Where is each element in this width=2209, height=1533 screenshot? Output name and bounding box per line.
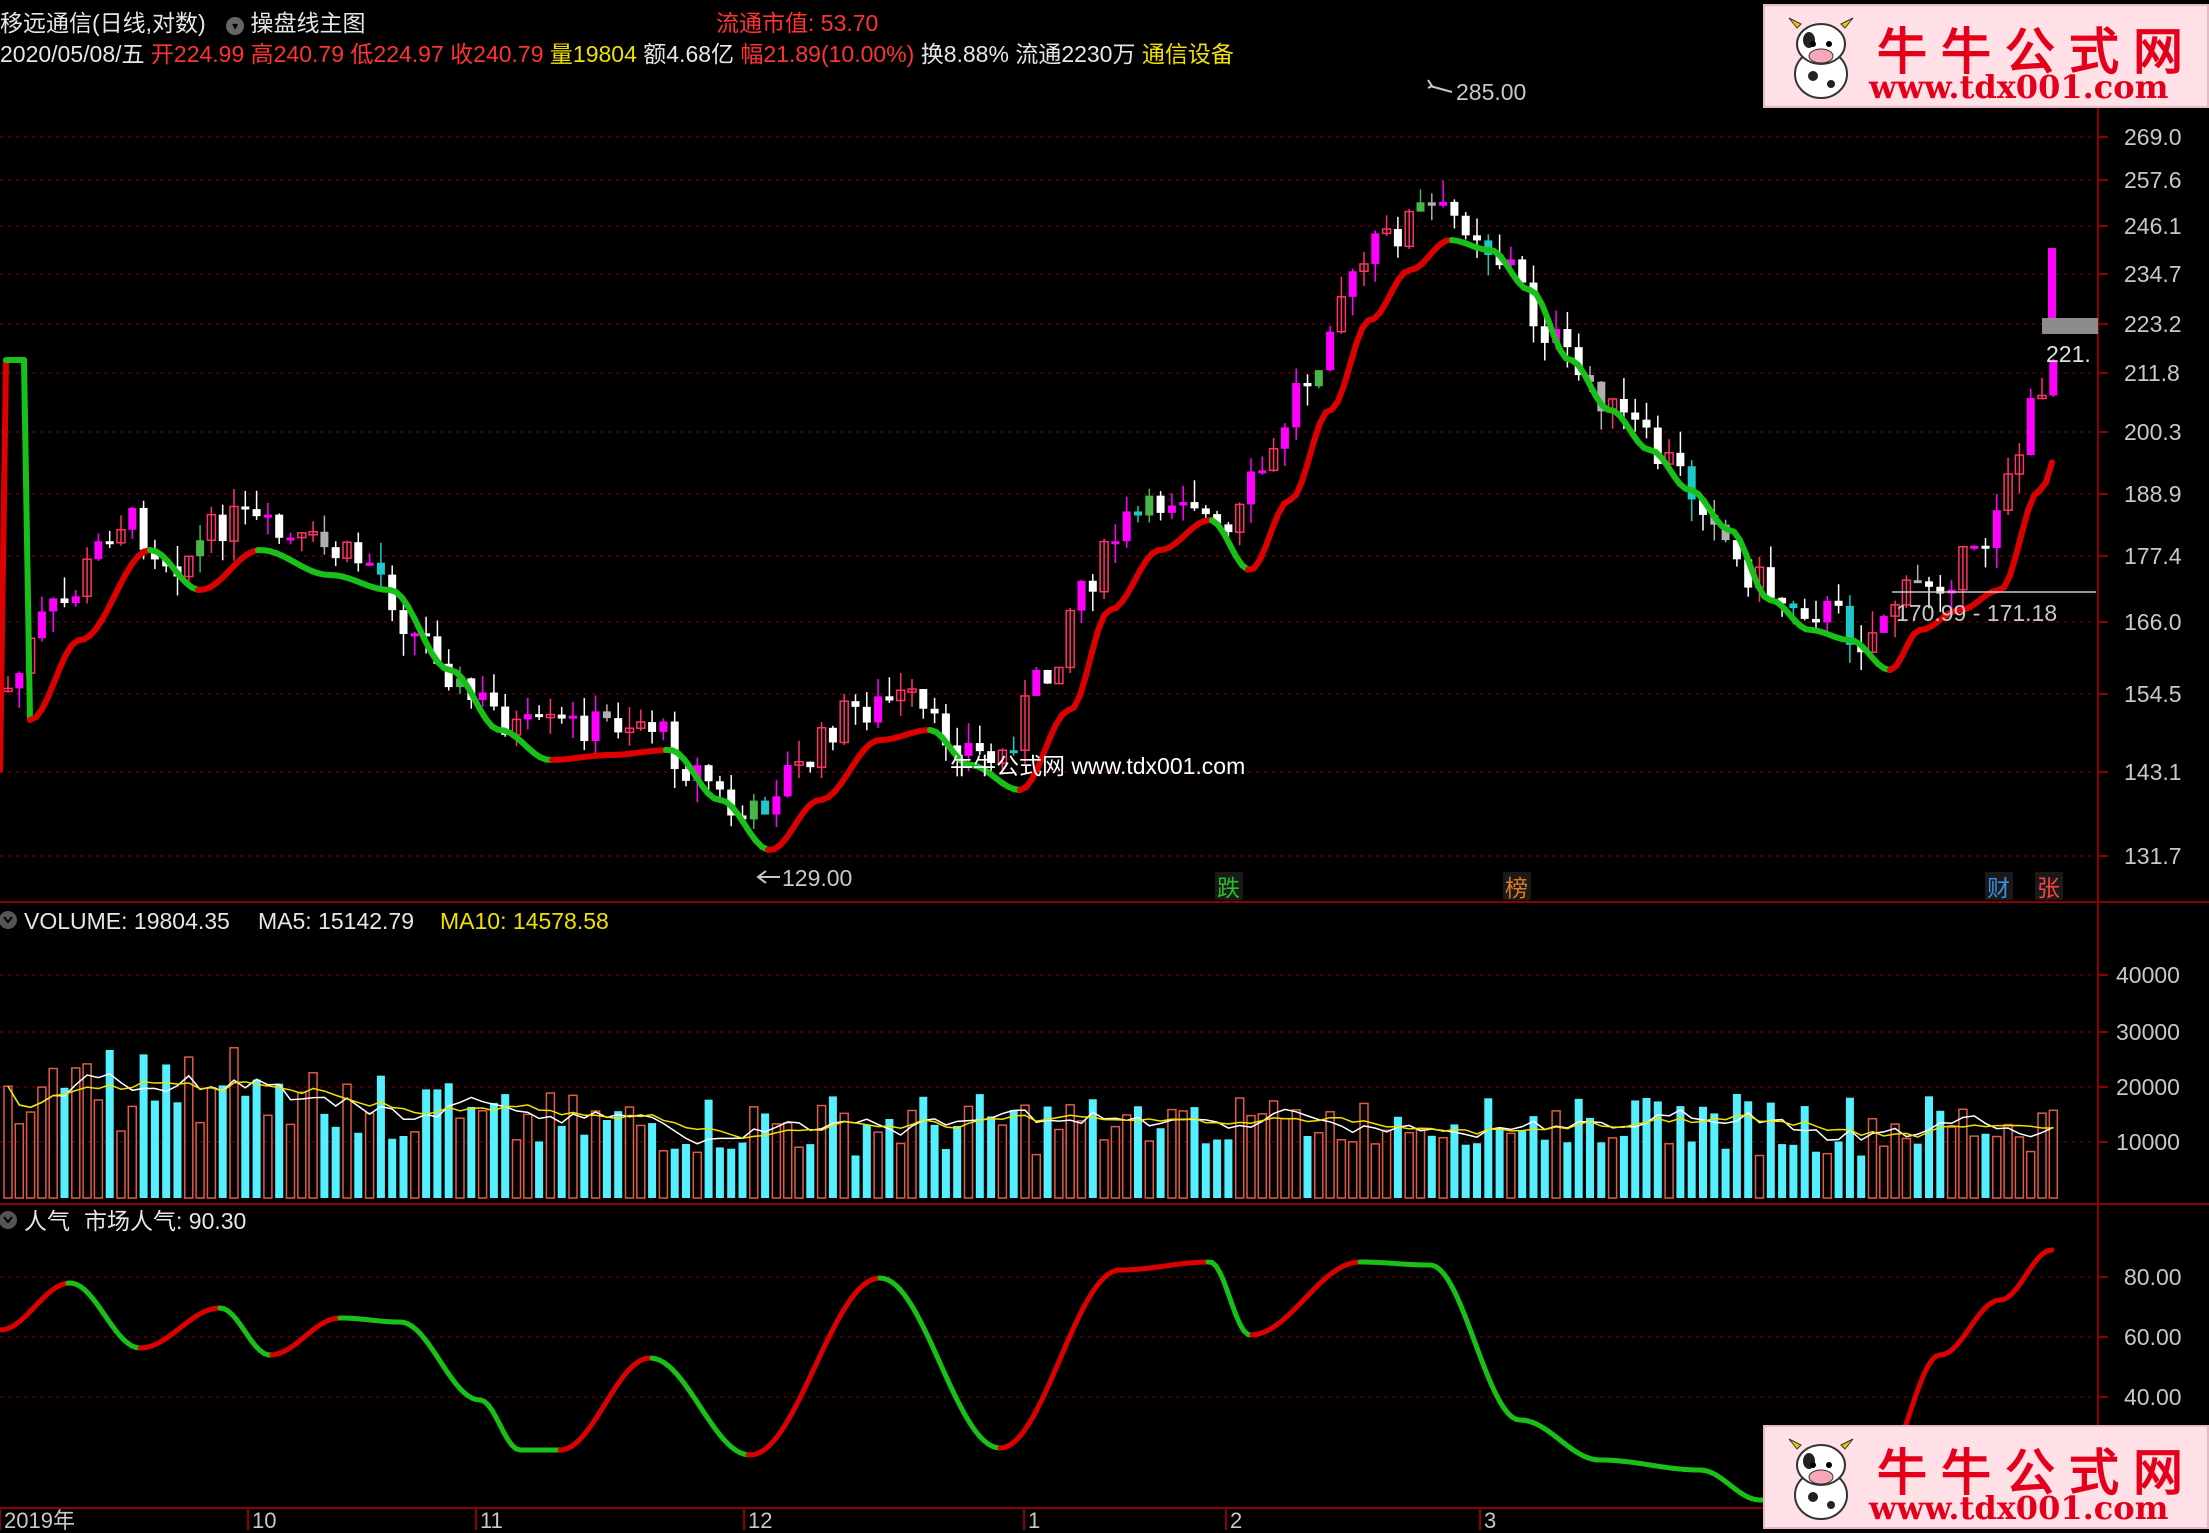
indicator-grid [0, 1276, 2091, 1398]
chart-stage: 269.0257.6246.1234.7223.2211.8200.3188.9… [0, 40, 2209, 1533]
